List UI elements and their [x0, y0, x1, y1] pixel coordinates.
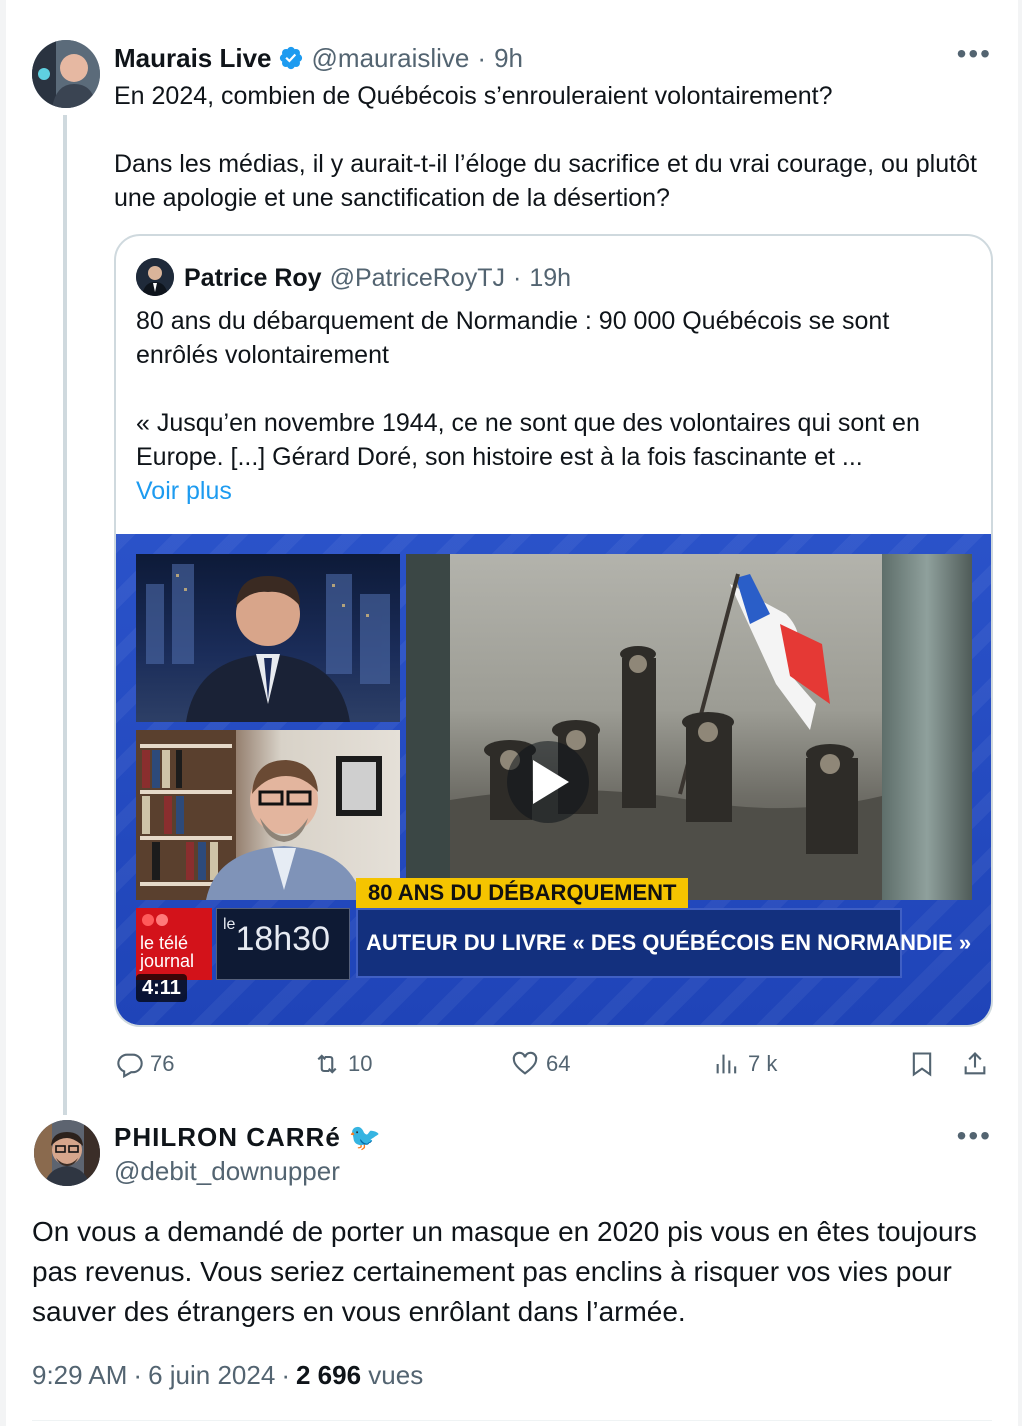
reply-date[interactable]: 6 juin 2024 — [148, 1360, 275, 1390]
views-button[interactable]: 7 k — [712, 1044, 777, 1084]
tele-journal-logo-text: le télé journal — [140, 933, 195, 971]
bookmark-button[interactable] — [908, 1044, 942, 1084]
reply-author-handle[interactable]: @debit_downupper — [114, 1156, 340, 1187]
quoted-author-name: Patrice Roy — [184, 263, 322, 292]
main-tweet-text: En 2024, combien de Québécois s’enrouler… — [114, 79, 994, 215]
show-more-link[interactable]: Voir plus — [136, 474, 976, 508]
author-name[interactable]: Maurais Live — [114, 43, 272, 74]
quoted-author-handle: @PatriceRoyTJ — [329, 263, 505, 292]
avatar-maurais-live[interactable] — [32, 40, 100, 108]
separator-dot: · — [133, 1360, 143, 1390]
separator-dot: · — [512, 263, 522, 292]
views-count: 7 k — [748, 1051, 778, 1076]
18h30-logo-text: 18h30 — [235, 920, 330, 958]
left-frame-edge — [0, 0, 6, 1426]
reply-more-options-icon[interactable]: ••• — [957, 1122, 992, 1150]
studio-background — [882, 554, 972, 900]
reply-timestamp[interactable]: 9:29 AM — [32, 1360, 127, 1390]
video-anchor-frame — [136, 554, 400, 722]
reply-icon — [117, 1053, 143, 1078]
author-handle[interactable]: @mauraislive — [312, 43, 470, 74]
video-archive-photo — [406, 554, 972, 900]
share-icon — [964, 1052, 986, 1075]
main-tweet-paragraph-1: En 2024, combien de Québécois s’enrouler… — [114, 82, 833, 110]
tele-journal-logo: le télé journal — [136, 908, 212, 980]
repost-icon — [317, 1054, 337, 1074]
reply-views-label: vues — [368, 1360, 424, 1390]
tweet-time[interactable]: 9h — [494, 43, 523, 74]
tweet-actions-bar: 76 10 64 7 k — [114, 1044, 994, 1084]
reply-views-count: 2 696 — [295, 1360, 362, 1390]
repost-button[interactable]: 10 — [312, 1044, 372, 1084]
video-banner-main: AUTEUR DU LIVRE « DES QUÉBÉCOIS EN NORMA… — [356, 908, 971, 978]
views-chart-icon — [716, 1054, 737, 1074]
reply-button[interactable]: 76 — [116, 1044, 174, 1084]
quoted-tweet-time: 19h — [529, 263, 572, 292]
main-tweet-header: Maurais Live @mauraislive · 9h — [114, 40, 523, 76]
quoted-paragraph-2-text: « Jusqu’en novembre 1944, ce ne sont que… — [136, 409, 920, 471]
share-button[interactable] — [960, 1044, 996, 1084]
bookmark-icon — [912, 1052, 932, 1077]
video-guest-frame — [136, 730, 400, 900]
18h30-logo: le18h30 — [216, 908, 350, 980]
ww2-soldiers-photo — [450, 554, 882, 900]
reply-author-name: PHILRON CARRé — [114, 1121, 341, 1152]
like-button[interactable]: 64 — [510, 1044, 570, 1084]
avatar-philron-carre[interactable] — [34, 1120, 100, 1186]
video-player[interactable]: 80 ANS DU DÉBARQUEMENT AUTEUR DU LIVRE «… — [116, 534, 991, 1025]
separator-dot: · — [281, 1360, 290, 1390]
like-count: 64 — [546, 1051, 571, 1076]
verified-badge-icon — [278, 45, 304, 71]
thread-line — [63, 115, 67, 1115]
divider — [32, 1420, 992, 1421]
reply-author-name-row[interactable]: PHILRON CARRé 🐦 — [114, 1120, 382, 1154]
quoted-paragraph-1: 80 ans du débarquement de Normandie : 90… — [136, 307, 890, 369]
play-button-icon[interactable] — [507, 741, 589, 823]
video-duration: 4:11 — [136, 974, 187, 1002]
video-banner-top: 80 ANS DU DÉBARQUEMENT — [356, 878, 689, 908]
18h30-logo-prefix: le — [223, 916, 236, 933]
heart-icon — [512, 1051, 538, 1075]
reply-meta: 9:29 AM · 6 juin 2024 · 2 696 vues — [32, 1360, 423, 1391]
quoted-tweet-text: 80 ans du débarquement de Normandie : 90… — [136, 304, 976, 508]
reply-text: On vous a demandé de porter un masque en… — [32, 1216, 977, 1327]
separator-dot: · — [477, 42, 487, 73]
repost-count: 10 — [348, 1051, 373, 1076]
bird-emoji-icon: 🐦 — [348, 1121, 383, 1152]
reply-count: 76 — [150, 1051, 175, 1076]
quoted-paragraph-2: « Jusqu’en novembre 1944, ce ne sont que… — [136, 406, 976, 508]
quoted-tweet-header: Patrice Roy @PatriceRoyTJ · 19h — [184, 258, 571, 298]
main-tweet-paragraph-2: Dans les médias, il y aurait-t-il l’élog… — [114, 150, 977, 212]
more-options-icon[interactable]: ••• — [957, 40, 992, 68]
quoted-tweet-card[interactable]: Patrice Roy @PatriceRoyTJ · 19h 80 ans d… — [114, 234, 993, 1027]
right-frame-edge — [1018, 0, 1022, 1426]
avatar-patrice-roy — [136, 258, 174, 296]
